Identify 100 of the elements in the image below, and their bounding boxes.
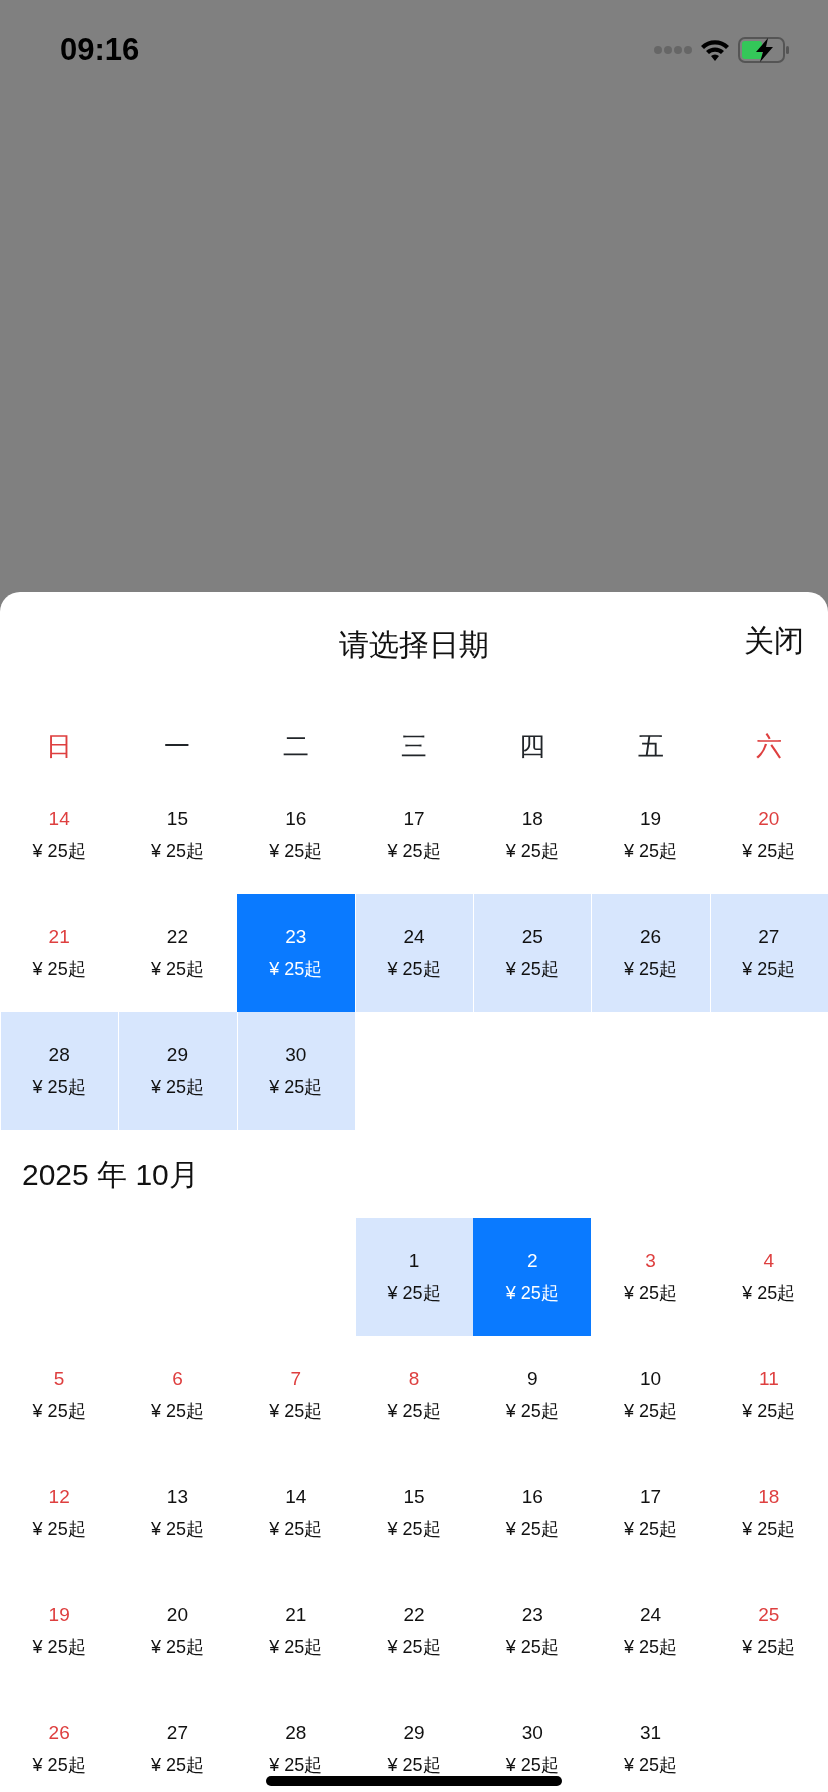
day-cell[interactable]: 15 ¥ 25起 <box>118 776 237 894</box>
day-price: ¥ 25起 <box>742 1518 796 1541</box>
day-cell[interactable]: 23 ¥ 25起 <box>473 1572 592 1690</box>
day-cell[interactable]: 18 ¥ 25起 <box>709 1454 828 1572</box>
day-number: 20 <box>166 1603 188 1627</box>
month-title: 2025 年 10月 <box>22 1156 199 1193</box>
day-cell[interactable]: 27 ¥ 25起 <box>709 894 828 1012</box>
weekday-label: 一 <box>164 730 191 761</box>
day-cell[interactable]: 20 ¥ 25起 <box>709 776 828 894</box>
day-number: 4 <box>763 1249 775 1273</box>
day-cell[interactable]: 1 ¥ 25起 <box>354 1218 474 1336</box>
day-cell[interactable]: 23 ¥ 25起 <box>236 894 355 1012</box>
day-number: 17 <box>640 1485 662 1509</box>
day-cell[interactable]: 2 ¥ 25起 <box>473 1218 592 1336</box>
day-cell[interactable]: 6 ¥ 25起 <box>118 1336 237 1454</box>
day-cell[interactable]: 4 ¥ 25起 <box>709 1218 828 1336</box>
day-number: 6 <box>172 1367 183 1391</box>
day-cell[interactable]: 21 ¥ 25起 <box>0 894 119 1012</box>
day-number: 24 <box>640 1603 662 1627</box>
day-cell[interactable]: 20 ¥ 25起 <box>118 1572 237 1690</box>
day-cell[interactable]: 26 ¥ 25起 <box>591 894 710 1012</box>
day-cell[interactable]: 29 ¥ 25起 <box>118 1012 237 1130</box>
day-number: 30 <box>285 1043 307 1067</box>
day-cell[interactable]: 14 ¥ 25起 <box>0 776 119 894</box>
day-cell[interactable]: 30 ¥ 25起 <box>236 1012 355 1130</box>
day-cell[interactable]: 24 ¥ 25起 <box>354 894 474 1012</box>
day-price: ¥ 25起 <box>387 1282 441 1305</box>
day-price: ¥ 25起 <box>150 840 204 863</box>
day-number: 8 <box>408 1367 420 1391</box>
day-number: 15 <box>403 1485 425 1509</box>
day-cell[interactable]: 22 ¥ 25起 <box>118 894 237 1012</box>
day-number: 20 <box>758 807 780 831</box>
wifi-icon <box>700 38 730 62</box>
day-price: ¥ 25起 <box>32 1076 86 1099</box>
day-number: 11 <box>758 1367 779 1391</box>
day-cell[interactable]: 3 ¥ 25起 <box>591 1218 710 1336</box>
home-indicator[interactable] <box>266 1776 562 1786</box>
day-number: 30 <box>521 1721 543 1745</box>
day-price: ¥ 25起 <box>387 840 441 863</box>
day-number: 22 <box>166 925 188 949</box>
day-price: ¥ 25起 <box>150 1400 204 1423</box>
day-cell[interactable]: 7 ¥ 25起 <box>236 1336 355 1454</box>
day-cell[interactable]: 29 ¥ 25起 <box>354 1690 474 1792</box>
day-price: ¥ 25起 <box>624 1518 678 1541</box>
day-number: 23 <box>521 1603 543 1627</box>
day-cell[interactable]: 5 ¥ 25起 <box>0 1336 119 1454</box>
signal-icon <box>654 46 692 54</box>
battery-charging-icon <box>738 37 790 63</box>
day-cell[interactable]: 24 ¥ 25起 <box>591 1572 710 1690</box>
day-cell[interactable]: 14 ¥ 25起 <box>236 1454 355 1572</box>
day-price: ¥ 25起 <box>505 1518 559 1541</box>
day-number: 21 <box>285 1603 307 1627</box>
day-cell[interactable]: 16 ¥ 25起 <box>236 776 355 894</box>
day-number: 16 <box>521 1485 543 1509</box>
day-cell[interactable]: 18 ¥ 25起 <box>473 776 592 894</box>
day-number: 17 <box>403 807 425 831</box>
weekday-label: 日 <box>46 730 73 761</box>
day-price: ¥ 25起 <box>742 958 796 981</box>
day-cell[interactable]: 31 ¥ 25起 <box>591 1690 710 1792</box>
day-cell[interactable]: 16 ¥ 25起 <box>473 1454 592 1572</box>
day-number: 13 <box>166 1485 188 1509</box>
day-price: ¥ 25起 <box>505 958 559 981</box>
weekday-label: 四 <box>519 730 546 761</box>
day-cell[interactable]: 22 ¥ 25起 <box>354 1572 474 1690</box>
day-cell[interactable]: 26 ¥ 25起 <box>0 1690 119 1792</box>
day-cell[interactable]: 11 ¥ 25起 <box>709 1336 828 1454</box>
day-number: 3 <box>645 1249 656 1273</box>
day-number: 18 <box>758 1485 780 1509</box>
day-price: ¥ 25起 <box>505 1282 559 1305</box>
day-cell[interactable]: 25 ¥ 25起 <box>709 1572 828 1690</box>
day-cell[interactable]: 8 ¥ 25起 <box>354 1336 474 1454</box>
day-price: ¥ 25起 <box>269 1754 323 1777</box>
day-price: ¥ 25起 <box>624 840 678 863</box>
day-price: ¥ 25起 <box>505 840 559 863</box>
day-cell[interactable]: 28 ¥ 25起 <box>236 1690 355 1792</box>
day-cell[interactable]: 30 ¥ 25起 <box>473 1690 592 1792</box>
day-cell[interactable]: 17 ¥ 25起 <box>591 1454 710 1572</box>
day-cell[interactable]: 19 ¥ 25起 <box>591 776 710 894</box>
day-cell[interactable]: 17 ¥ 25起 <box>354 776 474 894</box>
day-cell[interactable]: 28 ¥ 25起 <box>0 1012 119 1130</box>
day-number: 22 <box>403 1603 425 1627</box>
day-cell[interactable]: 25 ¥ 25起 <box>473 894 592 1012</box>
day-cell[interactable]: 9 ¥ 25起 <box>473 1336 592 1454</box>
weekday-label: 六 <box>755 730 782 761</box>
sheet-title: 请选择日期 <box>339 627 489 663</box>
day-number: 28 <box>285 1721 307 1745</box>
day-cell[interactable]: 13 ¥ 25起 <box>118 1454 237 1572</box>
day-cell[interactable]: 27 ¥ 25起 <box>118 1690 237 1792</box>
close-button[interactable]: 关闭 <box>742 618 806 663</box>
day-number: 10 <box>640 1367 662 1391</box>
day-number: 9 <box>527 1367 538 1391</box>
day-cell[interactable]: 10 ¥ 25起 <box>591 1336 710 1454</box>
day-cell[interactable]: 19 ¥ 25起 <box>0 1572 119 1690</box>
day-number: 15 <box>166 807 188 831</box>
day-cell[interactable]: 15 ¥ 25起 <box>354 1454 474 1572</box>
day-cell[interactable]: 21 ¥ 25起 <box>236 1572 355 1690</box>
day-cell[interactable]: 12 ¥ 25起 <box>0 1454 119 1572</box>
day-number: 27 <box>758 925 780 949</box>
day-number: 25 <box>521 925 543 949</box>
day-number: 1 <box>408 1249 420 1273</box>
